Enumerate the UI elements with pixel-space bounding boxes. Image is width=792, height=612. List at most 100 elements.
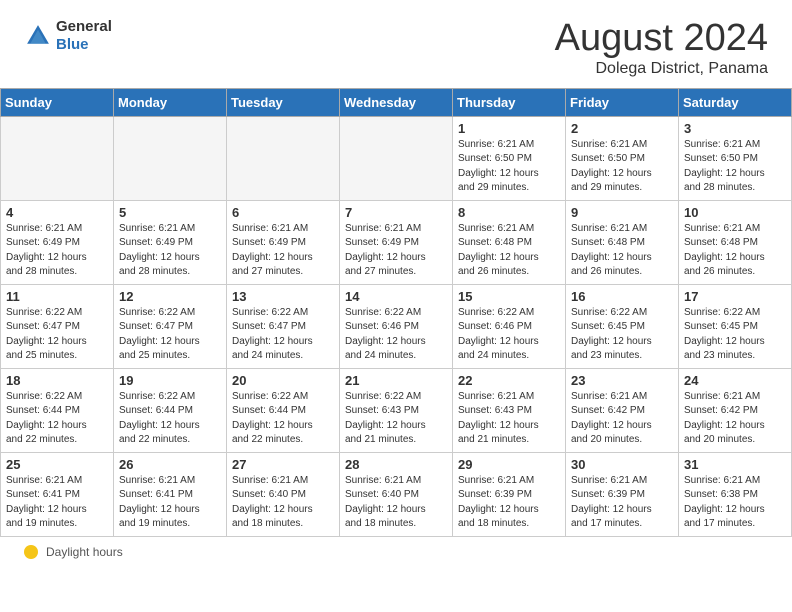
calendar-cell: 30 Sunrise: 6:21 AMSunset: 6:39 PMDayligh… — [566, 452, 679, 536]
day-info: Sunrise: 6:21 AMSunset: 6:41 PMDaylight:… — [6, 474, 108, 532]
day-info: Sunrise: 6:21 AMSunset: 6:48 PMDaylight:… — [571, 222, 673, 280]
day-info: Sunrise: 6:21 AMSunset: 6:40 PMDaylight:… — [232, 474, 334, 532]
calendar-cell: 26 Sunrise: 6:21 AMSunset: 6:41 PMDayligh… — [114, 452, 227, 536]
day-number: 1 — [458, 121, 560, 136]
week-row-5: 25 Sunrise: 6:21 AMSunset: 6:41 PMDayligh… — [1, 452, 792, 536]
calendar-cell: 5 Sunrise: 6:21 AMSunset: 6:49 PMDaylight… — [114, 200, 227, 284]
day-number: 24 — [684, 373, 786, 388]
day-number: 20 — [232, 373, 334, 388]
day-number: 30 — [571, 457, 673, 472]
week-row-2: 4 Sunrise: 6:21 AMSunset: 6:49 PMDaylight… — [1, 200, 792, 284]
day-info: Sunrise: 6:21 AMSunset: 6:41 PMDaylight:… — [119, 474, 221, 532]
week-row-3: 11 Sunrise: 6:22 AMSunset: 6:47 PMDayligh… — [1, 284, 792, 368]
day-info: Sunrise: 6:22 AMSunset: 6:43 PMDaylight:… — [345, 390, 447, 448]
calendar-cell: 18Sunrise: 6:22 AMSunset: 6:44 PMDayligh… — [1, 368, 114, 452]
day-info: Sunrise: 6:21 AMSunset: 6:49 PMDaylight:… — [345, 222, 447, 280]
day-number: 3 — [684, 121, 786, 136]
day-number: 18 — [6, 373, 108, 388]
day-number: 25 — [6, 457, 108, 472]
day-number: 17 — [684, 289, 786, 304]
weekday-wednesday: Wednesday — [340, 88, 453, 116]
calendar-cell: 1 Sunrise: 6:21 AMSunset: 6:50 PMDaylight… — [453, 116, 566, 200]
day-info: Sunrise: 6:22 AMSunset: 6:47 PMDaylight:… — [119, 306, 221, 364]
day-number: 23 — [571, 373, 673, 388]
day-info: Sunrise: 6:21 AMSunset: 6:38 PMDaylight:… — [684, 474, 786, 532]
daylight-label: Daylight hours — [46, 545, 123, 559]
day-number: 10 — [684, 205, 786, 220]
calendar-cell: 7Sunrise: 6:21 AMSunset: 6:49 PMDaylight… — [340, 200, 453, 284]
week-row-4: 18 Sunrise: 6:22 AMSunset: 6:44 PMDayligh… — [1, 368, 792, 452]
day-info: Sunrise: 6:21 AMSunset: 6:50 PMDaylight:… — [458, 138, 560, 196]
day-number: 14 — [345, 289, 447, 304]
day-info: Sunrise: 6:21 AMSunset: 6:50 PMDaylight:… — [684, 138, 786, 196]
day-info: Sunrise: 6:21 AMSunset: 6:42 PMDaylight:… — [684, 390, 786, 448]
calendar-cell: 23 Sunrise: 6:21 AMSunset: 6:42 PMDayligh… — [566, 368, 679, 452]
calendar-cell: 6Sunrise: 6:21 AMSunset: 6:49 PMDaylight… — [227, 200, 340, 284]
weekday-monday: Monday — [114, 88, 227, 116]
day-number: 26 — [119, 457, 221, 472]
day-number: 5 — [119, 205, 221, 220]
day-number: 12 — [119, 289, 221, 304]
calendar-cell: 13 Sunrise: 6:22 AMSunset: 6:47 PMDayligh… — [227, 284, 340, 368]
title-block: August 2024 Dolega District, Panama — [555, 18, 768, 78]
week-row-1: 1 Sunrise: 6:21 AMSunset: 6:50 PMDaylight… — [1, 116, 792, 200]
calendar-cell: 3 Sunrise: 6:21 AMSunset: 6:50 PMDaylight… — [679, 116, 792, 200]
weekday-thursday: Thursday — [453, 88, 566, 116]
day-info: Sunrise: 6:21 AMSunset: 6:49 PMDaylight:… — [232, 222, 334, 280]
day-number: 11 — [6, 289, 108, 304]
calendar-cell: 20 Sunrise: 6:22 AMSunset: 6:44 PMDayligh… — [227, 368, 340, 452]
calendar-cell: 25 Sunrise: 6:21 AMSunset: 6:41 PMDayligh… — [1, 452, 114, 536]
day-number: 22 — [458, 373, 560, 388]
day-info: Sunrise: 6:22 AMSunset: 6:44 PMDaylight:… — [232, 390, 334, 448]
day-number: 9 — [571, 205, 673, 220]
weekday-saturday: Saturday — [679, 88, 792, 116]
calendar-cell: 29Sunrise: 6:21 AMSunset: 6:39 PMDayligh… — [453, 452, 566, 536]
calendar-cell: 11 Sunrise: 6:22 AMSunset: 6:47 PMDayligh… — [1, 284, 114, 368]
logo-icon — [24, 22, 52, 50]
day-number: 13 — [232, 289, 334, 304]
day-info: Sunrise: 6:21 AMSunset: 6:49 PMDaylight:… — [6, 222, 108, 280]
calendar-cell: 28Sunrise: 6:21 AMSunset: 6:40 PMDayligh… — [340, 452, 453, 536]
day-info: Sunrise: 6:21 AMSunset: 6:48 PMDaylight:… — [684, 222, 786, 280]
calendar-cell: 2 Sunrise: 6:21 AMSunset: 6:50 PMDaylight… — [566, 116, 679, 200]
day-number: 27 — [232, 457, 334, 472]
calendar-cell: 9 Sunrise: 6:21 AMSunset: 6:48 PMDaylight… — [566, 200, 679, 284]
day-info: Sunrise: 6:22 AMSunset: 6:46 PMDaylight:… — [345, 306, 447, 364]
day-info: Sunrise: 6:21 AMSunset: 6:50 PMDaylight:… — [571, 138, 673, 196]
logo: General Blue — [24, 18, 112, 54]
day-info: Sunrise: 6:21 AMSunset: 6:49 PMDaylight:… — [119, 222, 221, 280]
day-number: 19 — [119, 373, 221, 388]
weekday-tuesday: Tuesday — [227, 88, 340, 116]
subtitle: Dolega District, Panama — [555, 60, 768, 78]
footer: Daylight hours — [0, 537, 792, 567]
page-container: General Blue August 2024 Dolega District… — [0, 0, 792, 567]
day-info: Sunrise: 6:21 AMSunset: 6:39 PMDaylight:… — [571, 474, 673, 532]
calendar-cell: 10 Sunrise: 6:21 AMSunset: 6:48 PMDayligh… — [679, 200, 792, 284]
day-info: Sunrise: 6:21 AMSunset: 6:43 PMDaylight:… — [458, 390, 560, 448]
calendar-cell: 22 Sunrise: 6:21 AMSunset: 6:43 PMDayligh… — [453, 368, 566, 452]
calendar-cell: 4 Sunrise: 6:21 AMSunset: 6:49 PMDaylight… — [1, 200, 114, 284]
header: General Blue August 2024 Dolega District… — [0, 0, 792, 88]
month-title: August 2024 — [555, 18, 768, 60]
calendar-cell: 14 Sunrise: 6:22 AMSunset: 6:46 PMDayligh… — [340, 284, 453, 368]
day-info: Sunrise: 6:21 AMSunset: 6:42 PMDaylight:… — [571, 390, 673, 448]
day-info: Sunrise: 6:22 AMSunset: 6:45 PMDaylight:… — [571, 306, 673, 364]
calendar-cell: 24 Sunrise: 6:21 AMSunset: 6:42 PMDayligh… — [679, 368, 792, 452]
calendar-cell: 31 Sunrise: 6:21 AMSunset: 6:38 PMDayligh… — [679, 452, 792, 536]
day-info: Sunrise: 6:22 AMSunset: 6:47 PMDaylight:… — [232, 306, 334, 364]
calendar-cell — [340, 116, 453, 200]
calendar-cell: 16Sunrise: 6:22 AMSunset: 6:45 PMDayligh… — [566, 284, 679, 368]
day-number: 31 — [684, 457, 786, 472]
weekday-sunday: Sunday — [1, 88, 114, 116]
day-number: 2 — [571, 121, 673, 136]
calendar-table: SundayMondayTuesdayWednesdayThursdayFrid… — [0, 88, 792, 537]
day-number: 21 — [345, 373, 447, 388]
logo-text: General Blue — [56, 18, 112, 54]
day-info: Sunrise: 6:22 AMSunset: 6:47 PMDaylight:… — [6, 306, 108, 364]
day-info: Sunrise: 6:22 AMSunset: 6:45 PMDaylight:… — [684, 306, 786, 364]
weekday-header-row: SundayMondayTuesdayWednesdayThursdayFrid… — [1, 88, 792, 116]
calendar-cell: 27 Sunrise: 6:21 AMSunset: 6:40 PMDayligh… — [227, 452, 340, 536]
day-number: 4 — [6, 205, 108, 220]
day-info: Sunrise: 6:21 AMSunset: 6:48 PMDaylight:… — [458, 222, 560, 280]
calendar-cell: 12 Sunrise: 6:22 AMSunset: 6:47 PMDayligh… — [114, 284, 227, 368]
